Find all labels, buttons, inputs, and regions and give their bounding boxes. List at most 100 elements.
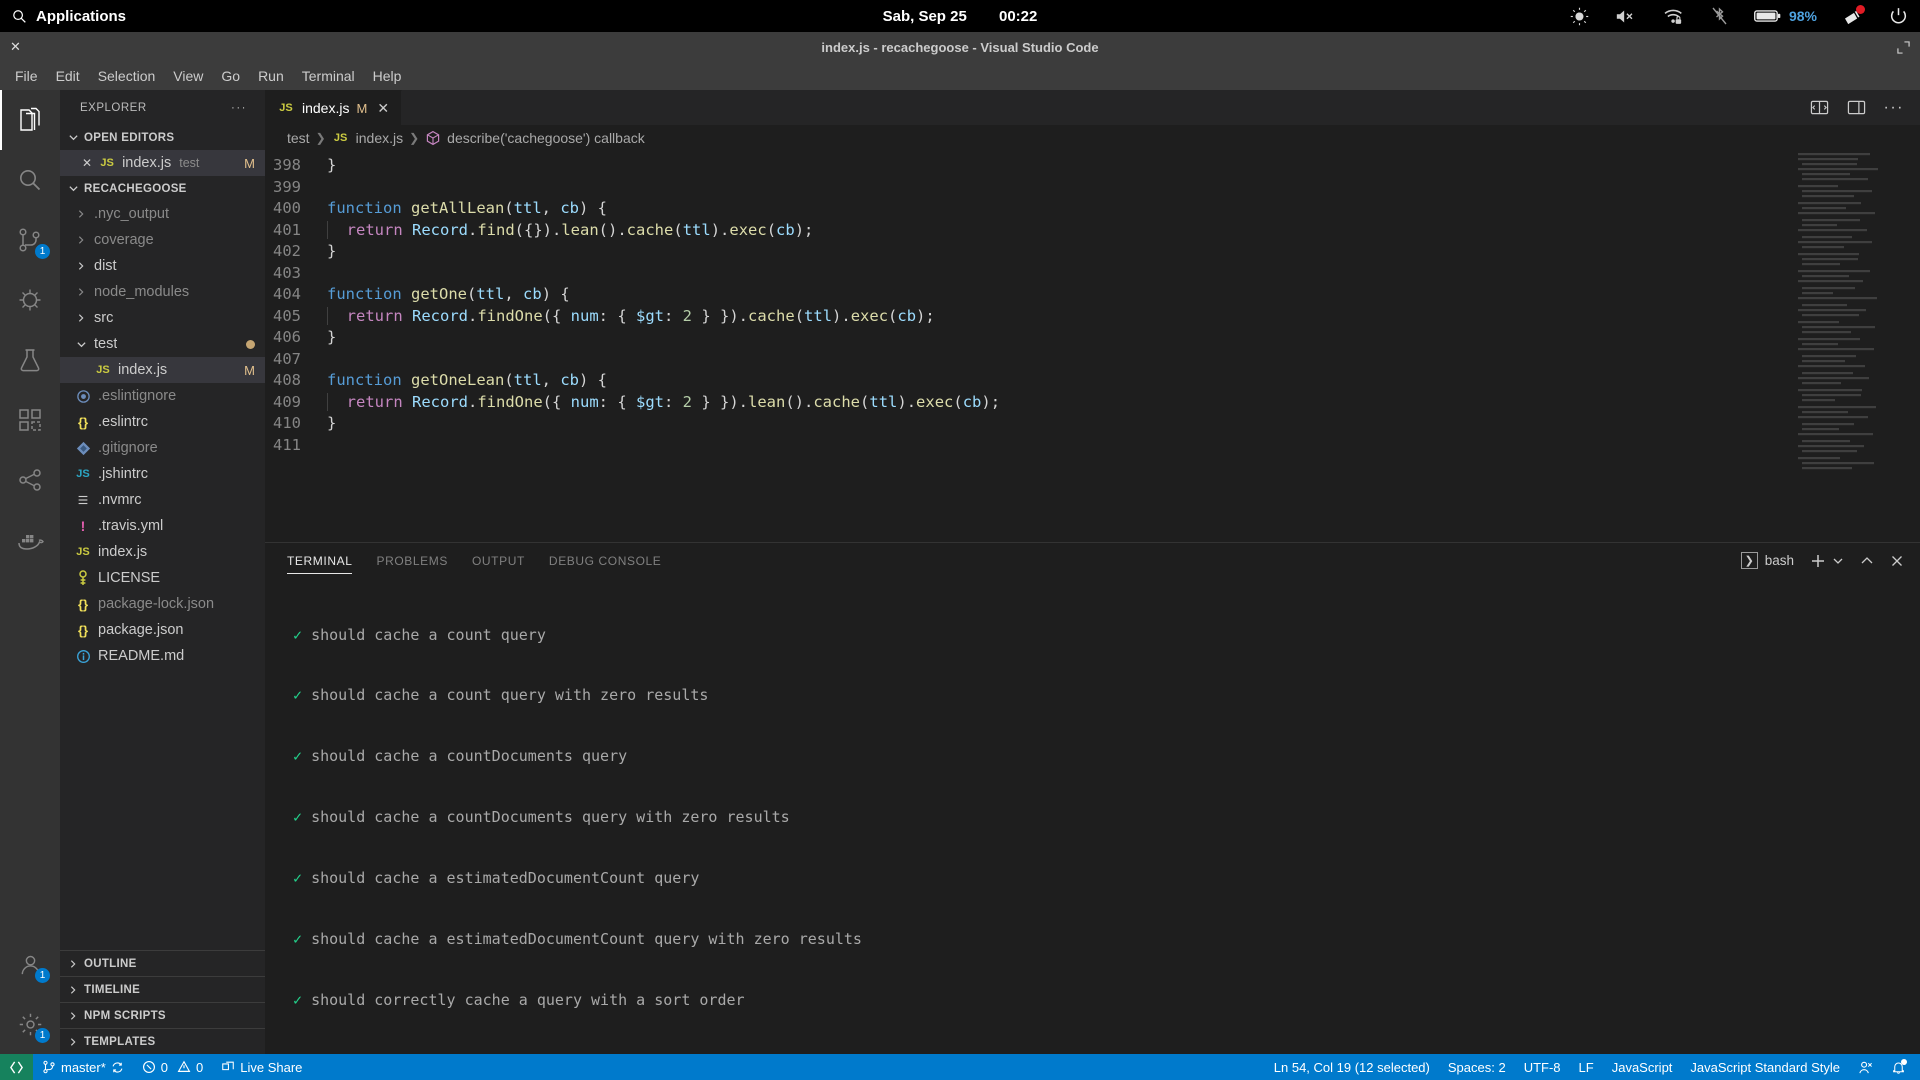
terminal-output[interactable]: ✓ should cache a count query ✓ should ca… xyxy=(265,578,1920,1054)
tree-item-package-json[interactable]: {} package.json xyxy=(60,617,265,643)
tree-item-gitignore[interactable]: .gitignore xyxy=(60,435,265,461)
panel-tab-problems[interactable]: PROBLEMS xyxy=(376,543,448,578)
menu-file[interactable]: File xyxy=(6,65,47,87)
tree-item-test-index-js[interactable]: JS index.js M xyxy=(60,357,265,383)
tree-item-travis-yml[interactable]: ! .travis.yml xyxy=(60,513,265,539)
terminal-icon: ❯ xyxy=(1740,552,1758,569)
status-live-share[interactable]: Live Share xyxy=(212,1054,311,1080)
brightness-icon[interactable] xyxy=(1570,7,1589,26)
breadcrumb-symbol[interactable]: describe('cachegoose') callback xyxy=(447,130,645,146)
status-notifications[interactable] xyxy=(1882,1054,1920,1080)
activity-item-search[interactable] xyxy=(0,150,60,210)
tree-item-license[interactable]: LICENSE xyxy=(60,565,265,591)
tree-item-eslintignore[interactable]: .eslintignore xyxy=(60,383,265,409)
section-open-editors[interactable]: OPEN EDITORS xyxy=(60,125,265,150)
menu-edit[interactable]: Edit xyxy=(47,65,89,87)
menu-go[interactable]: Go xyxy=(212,65,249,87)
battery-icon[interactable]: 98% xyxy=(1754,8,1817,24)
panel-tab-terminal[interactable]: TERMINAL xyxy=(287,543,353,578)
activity-item-settings[interactable]: 1 xyxy=(0,994,60,1054)
menu-run[interactable]: Run xyxy=(249,65,293,87)
status-linter[interactable]: JavaScript Standard Style xyxy=(1681,1054,1849,1080)
feedback-icon xyxy=(1858,1060,1873,1075)
status-cursor-position[interactable]: Ln 54, Col 19 (12 selected) xyxy=(1265,1054,1439,1080)
tree-item-dist[interactable]: dist xyxy=(60,253,265,279)
line-number: 407 xyxy=(273,349,301,368)
status-encoding[interactable]: UTF-8 xyxy=(1515,1054,1570,1080)
section-outline[interactable]: OUTLINE xyxy=(60,950,265,976)
new-terminal-icon[interactable] xyxy=(1810,553,1826,569)
line-number: 402 xyxy=(273,242,301,260)
menu-terminal[interactable]: Terminal xyxy=(293,65,364,87)
activity-item-remote-explorer[interactable] xyxy=(0,450,60,510)
layout-icon[interactable] xyxy=(1847,98,1866,117)
open-editor-item-index-js[interactable]: ✕ JS index.js test M xyxy=(60,150,265,176)
activity-item-testing[interactable] xyxy=(0,330,60,390)
warning-icon xyxy=(177,1060,191,1074)
jshint-icon: JS xyxy=(76,468,90,480)
activity-item-run-and-debug[interactable] xyxy=(0,270,60,330)
open-editors-label: OPEN EDITORS xyxy=(84,131,175,144)
activity-item-accounts[interactable]: 1 xyxy=(0,934,60,994)
activity-item-extensions[interactable] xyxy=(0,390,60,450)
tree-item-readme-md[interactable]: README.md xyxy=(60,643,265,669)
breadcrumb-folder[interactable]: test xyxy=(287,130,310,146)
tab-close-icon[interactable]: ✕ xyxy=(377,100,389,117)
tree-item-jshintrc[interactable]: JS .jshintrc xyxy=(60,461,265,487)
more-actions-icon[interactable]: ··· xyxy=(1884,99,1904,117)
remote-indicator[interactable] xyxy=(0,1054,33,1080)
bluetooth-off-icon[interactable] xyxy=(1711,6,1728,26)
section-timeline[interactable]: TIMELINE xyxy=(60,976,265,1002)
status-eol[interactable]: LF xyxy=(1570,1054,1603,1080)
split-editor-icon[interactable] xyxy=(1810,98,1829,117)
menu-selection[interactable]: Selection xyxy=(89,65,165,87)
breadcrumb-file[interactable]: index.js xyxy=(356,130,403,146)
activity-item-docker[interactable] xyxy=(0,510,60,570)
status-language-mode[interactable]: JavaScript xyxy=(1603,1054,1682,1080)
panel-tab-output[interactable]: OUTPUT xyxy=(472,543,525,578)
tree-item-test[interactable]: test xyxy=(60,331,265,357)
section-templates[interactable]: TEMPLATES xyxy=(60,1028,265,1054)
tree-item-nyc-output[interactable]: .nyc_output xyxy=(60,201,265,227)
tree-item-coverage[interactable]: coverage xyxy=(60,227,265,253)
close-panel-icon[interactable] xyxy=(1890,554,1904,568)
notification-bell-icon[interactable] xyxy=(1843,4,1865,26)
line-number: 406 xyxy=(273,328,301,346)
section-label: TIMELINE xyxy=(84,983,141,996)
tree-item-index-js[interactable]: JS index.js xyxy=(60,539,265,565)
minimap[interactable] xyxy=(1796,151,1906,542)
menu-view[interactable]: View xyxy=(164,65,212,87)
status-problems[interactable]: 0 0 xyxy=(133,1054,212,1080)
tree-item-nvmrc[interactable]: .nvmrc xyxy=(60,487,265,513)
editor-tab-index-js[interactable]: JS index.js M ✕ xyxy=(265,90,403,125)
editor-scrollbar[interactable] xyxy=(1906,151,1920,542)
section-npm-scripts[interactable]: NPM SCRIPTS xyxy=(60,1002,265,1028)
tree-item-src[interactable]: src xyxy=(60,305,265,331)
tree-item-label: .gitignore xyxy=(98,440,158,456)
status-indentation[interactable]: Spaces: 2 xyxy=(1439,1054,1515,1080)
tree-item-package-lock-json[interactable]: {} package-lock.json xyxy=(60,591,265,617)
volume-muted-icon[interactable] xyxy=(1615,8,1637,25)
terminal-shell-selector[interactable]: ❯ bash xyxy=(1740,552,1794,569)
window-maximize-icon[interactable] xyxy=(1897,40,1910,54)
wifi-locked-icon[interactable] xyxy=(1663,8,1685,25)
tree-item-node-modules[interactable]: node_modules xyxy=(60,279,265,305)
menu-help[interactable]: Help xyxy=(364,65,411,87)
maximize-panel-icon[interactable] xyxy=(1860,554,1874,568)
status-feedback[interactable] xyxy=(1849,1054,1882,1080)
panel-tab-debug-console[interactable]: DEBUG CONSOLE xyxy=(549,543,662,578)
git-icon xyxy=(74,441,92,456)
section-workspace[interactable]: RECACHEGOOSE xyxy=(60,176,265,201)
activity-item-explorer[interactable] xyxy=(0,90,60,150)
tree-item-label: dist xyxy=(94,258,117,274)
applications-menu[interactable]: Applications xyxy=(12,8,126,25)
tree-item-eslintrc[interactable]: {} .eslintrc xyxy=(60,409,265,435)
close-icon[interactable]: ✕ xyxy=(82,156,92,170)
ellipsis-icon[interactable]: ··· xyxy=(231,102,247,114)
status-branch[interactable]: master* xyxy=(33,1054,133,1080)
activity-item-source-control[interactable]: 1 xyxy=(0,210,60,270)
code-editor[interactable]: 398} 399 400 function getAllLean(ttl, cb)… xyxy=(265,151,1920,542)
split-dropdown-icon[interactable] xyxy=(1832,555,1844,567)
power-icon[interactable] xyxy=(1889,7,1908,26)
tree-item-label: .eslintignore xyxy=(98,388,177,404)
